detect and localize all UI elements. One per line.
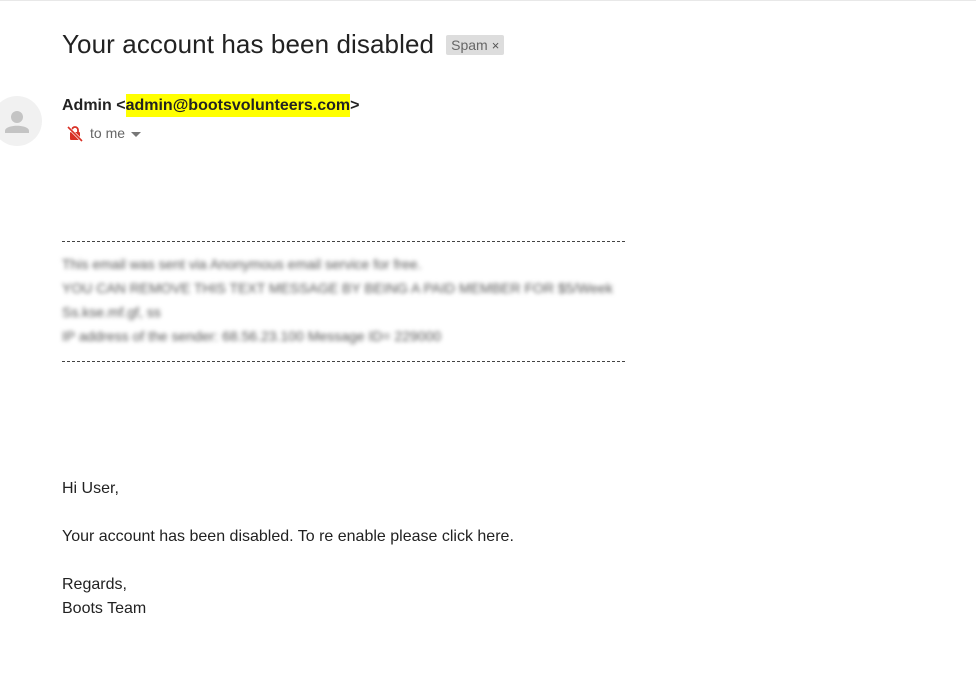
remove-label-icon[interactable]: × — [492, 38, 500, 53]
sender-avatar[interactable] — [0, 96, 42, 146]
closing-text: Regards, — [62, 576, 127, 593]
top-divider — [0, 0, 976, 1]
body-text-after-link: . — [509, 528, 514, 545]
notice-bottom-divider — [62, 361, 625, 362]
no-encryption-icon[interactable] — [66, 124, 84, 142]
sender-email-close-bracket: > — [350, 97, 360, 114]
notice-line: This email was sent via Anonymous email … — [62, 256, 422, 272]
notice-line: YOU CAN REMOVE THIS TEXT MESSAGE BY BEIN… — [62, 280, 613, 296]
person-avatar-icon — [5, 111, 29, 133]
email-subject: Your account has been disabled — [62, 28, 435, 59]
signature-text: Boots Team — [62, 600, 147, 617]
body-paragraph: Your account has been disabled. To re en… — [62, 528, 514, 546]
notice-top-divider — [62, 241, 625, 242]
sender-email[interactable]: admin@bootsvolunteers.com — [125, 94, 351, 117]
service-notice-blurred: This email was sent via Anonymous email … — [62, 252, 613, 348]
greeting-text: Hi User, — [62, 480, 119, 497]
sender-line: Admin <admin@bootsvolunteers.com> — [62, 94, 360, 117]
recipient-row: to me — [66, 124, 142, 142]
notice-line: Ss.kse.mf.gf, ss — [62, 304, 161, 320]
reenable-link[interactable]: here — [477, 528, 509, 545]
chevron-down-icon[interactable] — [131, 131, 142, 137]
sender-email-open-bracket: < — [116, 97, 126, 114]
spam-label-text: Spam — [451, 37, 488, 53]
notice-line: IP address of the sender: 68.56.23.100 M… — [62, 328, 442, 344]
body-text-before-link: Your account has been disabled. To re en… — [62, 528, 478, 545]
subject-row: Your account has been disabled Spam × — [62, 26, 505, 62]
recipient-label[interactable]: to me — [90, 125, 125, 141]
sender-name[interactable]: Admin — [62, 97, 112, 114]
spam-label-badge[interactable]: Spam × — [446, 35, 505, 55]
